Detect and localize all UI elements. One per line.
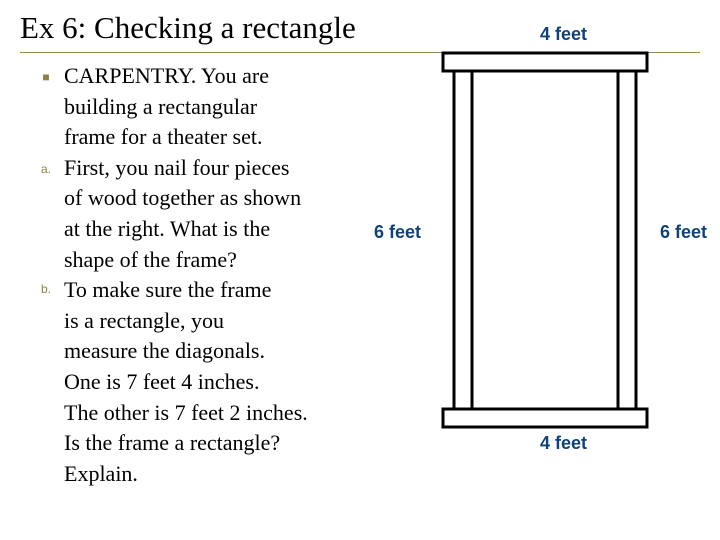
figure-area: 4 feet 6 feet 6 feet 4 feet	[370, 20, 715, 520]
dimension-label-bottom: 4 feet	[540, 433, 587, 454]
frame-diagram	[440, 50, 650, 430]
a-line: First, you nail four pieces	[64, 154, 364, 183]
item-b-marker: b.	[38, 282, 54, 296]
body-text: CARPENTRY. You are building a rectangula…	[64, 62, 364, 490]
bullet-square-icon: ■	[38, 70, 54, 84]
a-line: at the right. What is the	[64, 215, 364, 244]
intro-line: building a rectangular	[64, 93, 364, 122]
slide-title: Ex 6: Checking a rectangle	[20, 10, 356, 46]
b-line: is a rectangle, you	[64, 307, 364, 336]
b-line: The other is 7 feet 2 inches.	[64, 399, 364, 428]
slide: Ex 6: Checking a rectangle ■ a. b. CARPE…	[0, 0, 720, 540]
dimension-label-left: 6 feet	[374, 222, 421, 243]
b-line: measure the diagonals.	[64, 337, 364, 366]
dimension-label-right: 6 feet	[660, 222, 707, 243]
intro-line: frame for a theater set.	[64, 123, 364, 152]
a-line: of wood together as shown	[64, 184, 364, 213]
intro-line: CARPENTRY. You are	[64, 62, 364, 91]
b-line: Explain.	[64, 460, 364, 489]
item-a-marker: a.	[38, 162, 54, 176]
b-line: To make sure the frame	[64, 276, 364, 305]
a-line: shape of the frame?	[64, 246, 364, 275]
bullet-column: ■ a. b.	[38, 66, 54, 296]
b-line: Is the frame a rectangle?	[64, 429, 364, 458]
dimension-label-top: 4 feet	[540, 24, 587, 45]
b-line: One is 7 feet 4 inches.	[64, 368, 364, 397]
